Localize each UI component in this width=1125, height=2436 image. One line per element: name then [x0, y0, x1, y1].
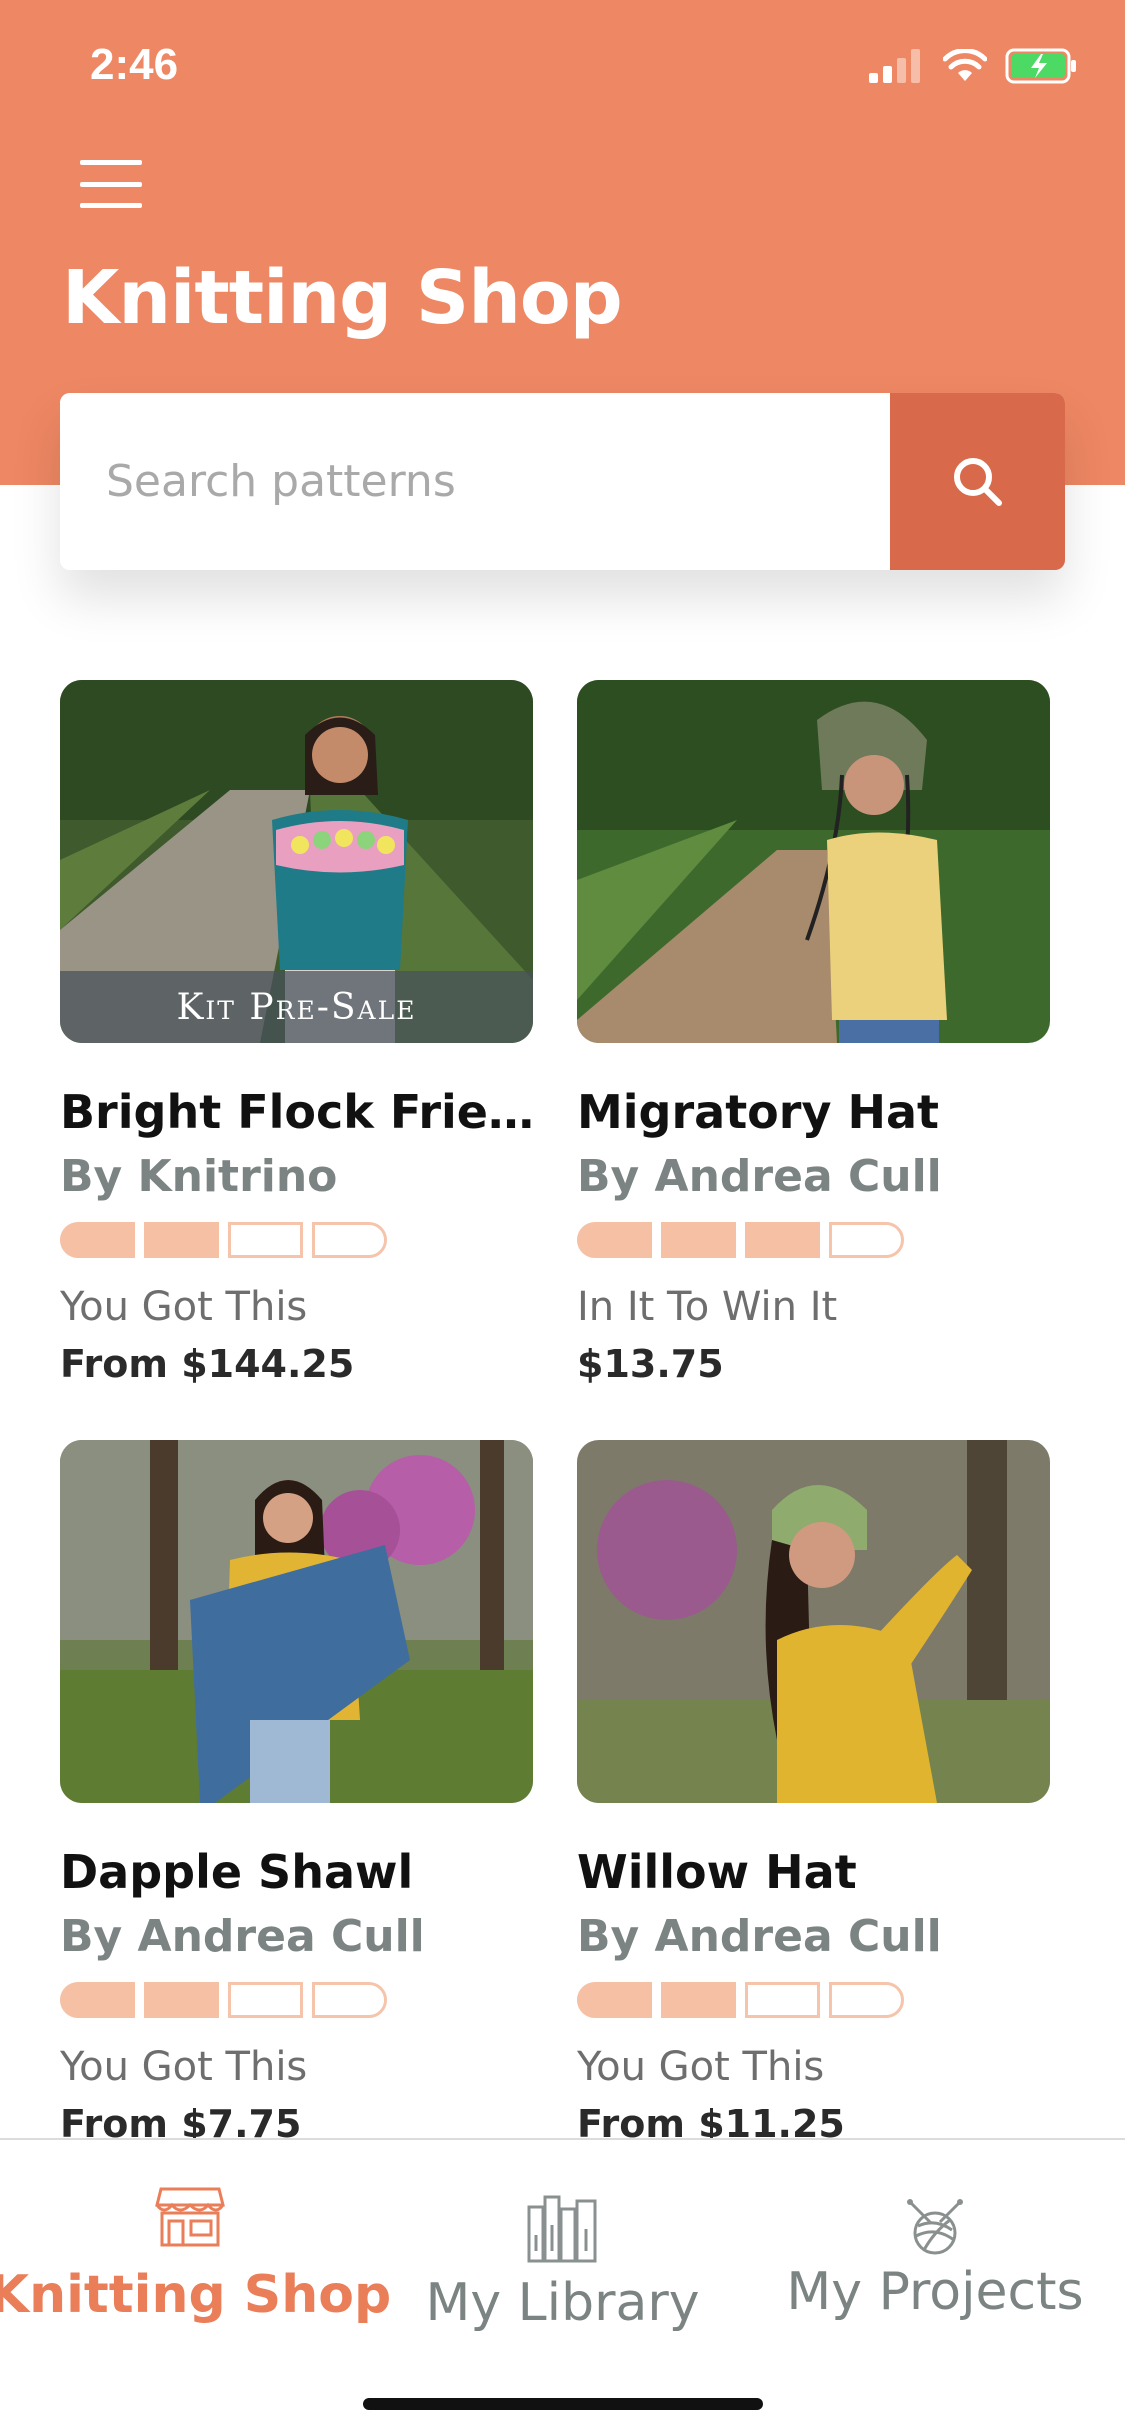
product-title: Bright Flock Friend…	[60, 1085, 550, 1139]
difficulty-meter	[577, 1982, 1067, 2018]
difficulty-segment	[829, 1222, 904, 1258]
difficulty-segment	[577, 1222, 652, 1258]
search-icon	[953, 457, 1002, 506]
difficulty-segment	[228, 1222, 303, 1258]
difficulty-meter	[60, 1982, 550, 2018]
product-title: Migratory Hat	[577, 1085, 940, 1139]
tab-knitting-shop[interactable]: Knitting Shop	[0, 2140, 391, 2370]
difficulty-level: You Got This	[577, 2044, 825, 2090]
difficulty-segment	[745, 1222, 820, 1258]
product-author: By Andrea Cull	[577, 1151, 942, 1202]
menu-line-icon	[80, 160, 142, 165]
difficulty-meter	[60, 1222, 550, 1258]
difficulty-segment	[312, 1982, 387, 2018]
product-author: By Andrea Cull	[577, 1911, 942, 1962]
product-author: By Andrea Cull	[60, 1911, 425, 1962]
status-icons	[869, 48, 1077, 84]
battery-icon	[1005, 48, 1076, 84]
menu-line-icon	[80, 203, 142, 208]
difficulty-segment	[829, 1982, 904, 2018]
product-image	[577, 680, 1050, 1043]
difficulty-segment	[144, 1982, 219, 2018]
difficulty-level: You Got This	[60, 1284, 308, 1330]
product-title: Dapple Shawl	[60, 1845, 414, 1899]
difficulty-level: In It To Win It	[577, 1284, 838, 1330]
search-input[interactable]	[60, 393, 890, 570]
page-title: Knitting Shop	[62, 255, 623, 341]
status-bar: 2:46	[0, 0, 1125, 135]
home-indicator	[363, 2398, 763, 2410]
difficulty-segment	[577, 1982, 652, 2018]
product-image	[60, 1440, 533, 1803]
tab-bar: Knitting Shop My Library My Projects	[0, 2138, 1125, 2436]
bookshelf-icon	[527, 2195, 596, 2263]
product-card[interactable]: Migratory Hat By Andrea Cull In It To Wi…	[577, 680, 1067, 1386]
signal-icon	[869, 49, 920, 83]
product-price: From $144.25	[60, 1342, 355, 1386]
difficulty-level: You Got This	[60, 2044, 308, 2090]
product-card[interactable]: Kit Pre-Sale Bright Flock Friend… By Kni…	[60, 680, 550, 1386]
product-title: Willow Hat	[577, 1845, 857, 1899]
product-image: Kit Pre-Sale	[60, 680, 533, 1043]
hamburger-menu-button[interactable]	[80, 160, 142, 208]
search-button[interactable]	[890, 393, 1065, 570]
tab-label: My Projects	[786, 2262, 1084, 2322]
product-card[interactable]: Willow Hat By Andrea Cull You Got This F…	[577, 1440, 1067, 2140]
product-price: From $7.75	[60, 2102, 302, 2140]
product-price: From $11.25	[577, 2102, 845, 2140]
yarn-ball-icon	[907, 2199, 963, 2255]
difficulty-segment	[661, 1982, 736, 2018]
product-price: $13.75	[577, 1342, 724, 1386]
tab-label: Knitting Shop	[0, 2265, 392, 2325]
storefront-icon	[155, 2187, 225, 2247]
difficulty-segment	[60, 1982, 135, 2018]
kit-presale-badge: Kit Pre-Sale	[60, 971, 533, 1043]
search-bar	[60, 393, 1065, 570]
tab-my-library[interactable]: My Library	[405, 2140, 720, 2370]
difficulty-meter	[577, 1222, 1067, 1258]
wifi-icon	[943, 49, 987, 81]
difficulty-segment	[144, 1222, 219, 1258]
difficulty-segment	[661, 1222, 736, 1258]
difficulty-segment	[60, 1222, 135, 1258]
tab-my-projects[interactable]: My Projects	[770, 2140, 1100, 2370]
product-card[interactable]: Dapple Shawl By Andrea Cull You Got This…	[60, 1440, 550, 2140]
difficulty-segment	[745, 1982, 820, 2018]
product-image	[577, 1440, 1050, 1803]
status-time: 2:46	[90, 40, 179, 89]
tab-label: My Library	[425, 2273, 700, 2333]
product-grid: Kit Pre-Sale Bright Flock Friend… By Kni…	[0, 680, 1125, 2140]
difficulty-segment	[228, 1982, 303, 2018]
difficulty-segment	[312, 1222, 387, 1258]
menu-line-icon	[80, 181, 142, 187]
product-author: By Knitrino	[60, 1151, 338, 1202]
